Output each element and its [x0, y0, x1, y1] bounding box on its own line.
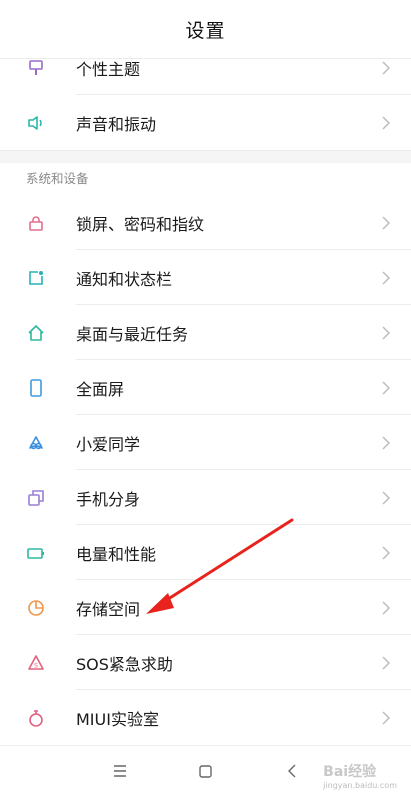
- settings-item-desktop[interactable]: 桌面与最近任务: [0, 305, 411, 360]
- chevron-right-icon: [382, 600, 391, 615]
- settings-item-sound[interactable]: 声音和振动: [0, 95, 411, 150]
- settings-item-fullscreen[interactable]: 全面屏: [0, 360, 411, 415]
- settings-list: 个性主题 声音和振动 系统和设备 锁屏、密码和指纹 通知和状态栏 桌面与最近任务: [0, 40, 411, 745]
- system-navigation-bar: Bai经验 jingyan.baidu.com: [0, 745, 411, 798]
- lock-icon: [26, 213, 46, 233]
- brush-icon: [26, 58, 46, 78]
- title-bar: 设置: [0, 0, 411, 59]
- settings-item-label: 电量和性能: [76, 544, 157, 564]
- settings-item-label: MIUI实验室: [76, 709, 159, 729]
- settings-item-label: 手机分身: [76, 489, 141, 509]
- section-gap: [0, 150, 411, 163]
- home-square-icon[interactable]: [193, 759, 217, 783]
- chevron-right-icon: [382, 490, 391, 505]
- chevron-right-icon: [382, 60, 391, 75]
- speaker-icon: [26, 113, 46, 133]
- chevron-right-icon: [382, 435, 391, 450]
- settings-item-label: 小爱同学: [76, 434, 141, 454]
- settings-item-label: 锁屏、密码和指纹: [76, 214, 205, 234]
- settings-item-xiaoai[interactable]: 小爱同学: [0, 415, 411, 470]
- settings-item-sos[interactable]: S SOS紧急求助: [0, 635, 411, 690]
- chevron-right-icon: [382, 115, 391, 130]
- chevron-right-icon: [382, 710, 391, 725]
- battery-icon: [26, 543, 46, 563]
- watermark-sub: jingyan.baidu.com: [323, 781, 397, 790]
- settings-item-label: SOS紧急求助: [76, 654, 173, 674]
- sos-icon: S: [26, 653, 46, 673]
- chevron-right-icon: [382, 270, 391, 285]
- notification-icon: [26, 268, 46, 288]
- svg-text:S: S: [34, 662, 38, 669]
- menu-icon[interactable]: [108, 759, 132, 783]
- settings-item-label: 声音和振动: [76, 114, 157, 134]
- settings-item-label: 个性主题: [76, 59, 141, 79]
- settings-item-battery[interactable]: 电量和性能: [0, 525, 411, 580]
- settings-item-lockscreen[interactable]: 锁屏、密码和指纹: [0, 195, 411, 250]
- xiaoai-icon: [26, 433, 46, 453]
- chevron-right-icon: [382, 380, 391, 395]
- settings-item-dual-apps[interactable]: 手机分身: [0, 470, 411, 525]
- settings-item-notifications[interactable]: 通知和状态栏: [0, 250, 411, 305]
- phone-screen-icon: [26, 378, 46, 398]
- page-title: 设置: [185, 19, 226, 42]
- chevron-right-icon: [382, 655, 391, 670]
- settings-item-miui-lab[interactable]: MIUI实验室: [0, 690, 411, 745]
- settings-item-label: 全面屏: [76, 379, 125, 399]
- chevron-right-icon: [382, 325, 391, 340]
- home-icon: [26, 323, 46, 343]
- settings-item-label: 通知和状态栏: [76, 269, 173, 289]
- watermark-text: Bai经验: [323, 764, 377, 780]
- chevron-right-icon: [382, 545, 391, 560]
- lab-flask-icon: [26, 708, 46, 728]
- back-icon[interactable]: [280, 759, 304, 783]
- watermark: Bai经验 jingyan.baidu.com: [323, 761, 397, 790]
- dual-space-icon: [26, 488, 46, 508]
- chevron-right-icon: [382, 215, 391, 230]
- settings-item-label: 桌面与最近任务: [76, 324, 189, 344]
- storage-pie-icon: [26, 598, 46, 618]
- settings-item-label: 存储空间: [76, 599, 141, 619]
- section-title: 系统和设备: [0, 163, 411, 195]
- settings-item-storage[interactable]: 存储空间: [0, 580, 411, 635]
